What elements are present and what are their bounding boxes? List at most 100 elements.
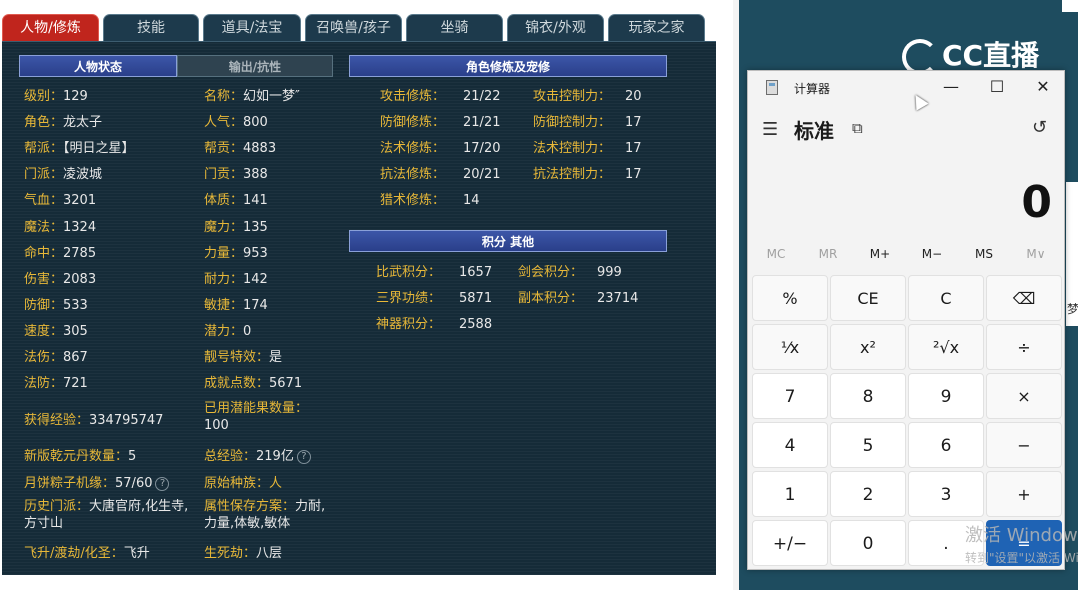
memory-list-button[interactable]: M∨ (1010, 247, 1062, 261)
stat-label: 潜力： (204, 323, 244, 339)
stat-value: 21/22 (463, 89, 501, 104)
stat-label: 攻击修炼： (380, 89, 446, 104)
square-root-button[interactable]: ²√x (908, 324, 984, 370)
stat-row: 防御：533 (24, 294, 88, 313)
stat-value: 17/20 (463, 141, 501, 156)
digit-5-button[interactable]: 5 (830, 422, 906, 468)
stat-label: 已用潜能果数量： (204, 401, 309, 416)
tab-skills[interactable]: 技能 (103, 14, 199, 42)
stat-row: 门派：凌波城 (24, 163, 102, 182)
stat-value: 17 (625, 141, 642, 156)
tab-home[interactable]: 玩家之家 (608, 14, 705, 42)
stat-label: 三界功绩： (376, 291, 442, 306)
stat-value: 953 (243, 245, 268, 261)
digit-6-button[interactable]: 6 (908, 422, 984, 468)
tab-outfit[interactable]: 锦衣/外观 (507, 14, 604, 42)
game-window: 人物/修炼 技能 道具/法宝 召唤兽/孩子 坐骑 锦衣/外观 玩家之家 人物状态… (0, 0, 733, 590)
cultivation-row: 抗法修炼： 20/21 (380, 163, 500, 182)
stat-label: 法防： (24, 376, 64, 392)
tab-character[interactable]: 人物/修炼 (2, 14, 99, 42)
control-row: 攻击控制力： 20 (533, 85, 642, 104)
stat-label: 抗法控制力： (533, 167, 612, 182)
stat-label: 法术控制力： (533, 141, 612, 156)
help-icon[interactable]: ? (155, 476, 170, 491)
stat-label: 属性保存方案： (204, 499, 296, 514)
negate-button[interactable]: +/− (752, 520, 828, 566)
divide-button[interactable]: ÷ (986, 324, 1062, 370)
subtract-button[interactable]: − (986, 422, 1062, 468)
stat-label: 新版乾元丹数量： (24, 449, 129, 464)
stat-history: 历史门派：大唐官府,化生寺,方寸山 (24, 498, 194, 532)
stat-value: 800 (243, 115, 268, 131)
title-bar[interactable]: 计算器 — ☐ ✕ (748, 71, 1066, 103)
stat-label: 总经验： (204, 449, 257, 464)
tab-pets[interactable]: 召唤兽/孩子 (305, 14, 402, 42)
activation-watermark: 激活 Windows (965, 525, 1078, 546)
memory-store-button[interactable]: MS (958, 247, 1010, 261)
window-divider (733, 0, 739, 590)
subtab-output[interactable]: 输出/抗性 (177, 55, 333, 77)
stat-mooncake: 月饼粽子机缘：57/60? (24, 472, 170, 491)
stat-row: 帮派：【明日之星】 (24, 137, 135, 156)
stat-label: 神器积分： (376, 317, 442, 332)
stat-value: 21/21 (463, 115, 501, 130)
history-icon[interactable]: ↺ (1032, 117, 1047, 138)
stat-value: 是 (269, 350, 283, 365)
activation-watermark-sub: 转到"设置"以激活 Windows。 (965, 551, 1078, 565)
points-row: 比武积分： 1657 (376, 261, 492, 280)
percent-button[interactable]: % (752, 275, 828, 321)
tab-items[interactable]: 道具/法宝 (203, 14, 301, 42)
menu-icon[interactable]: ☰ (762, 119, 778, 140)
stat-value: 龙太子 (63, 115, 103, 131)
subtab-status[interactable]: 人物状态 (19, 55, 177, 77)
memory-subtract-button[interactable]: M− (906, 247, 958, 261)
digit-1-button[interactable]: 1 (752, 471, 828, 517)
stat-label: 帮贡： (204, 141, 244, 157)
help-icon[interactable]: ? (296, 449, 311, 464)
add-button[interactable]: + (986, 471, 1062, 517)
close-button[interactable]: ✕ (1020, 75, 1066, 99)
digit-0-button[interactable]: 0 (830, 520, 906, 566)
minimize-button[interactable]: — (928, 75, 974, 99)
square-button[interactable]: x² (830, 324, 906, 370)
stat-value: 219亿 (256, 449, 294, 464)
digit-8-button[interactable]: 8 (830, 373, 906, 419)
stat-label: 耐力： (204, 271, 244, 287)
stat-label: 气血： (24, 193, 64, 209)
digit-2-button[interactable]: 2 (830, 471, 906, 517)
clear-button[interactable]: C (908, 275, 984, 321)
reciprocal-button[interactable]: ⅟x (752, 324, 828, 370)
stat-label: 敏捷： (204, 297, 244, 313)
digit-7-button[interactable]: 7 (752, 373, 828, 419)
clear-entry-button[interactable]: CE (830, 275, 906, 321)
digit-3-button[interactable]: 3 (908, 471, 984, 517)
cultivation-row: 猎术修炼： 14 (380, 189, 480, 208)
stat-value: 23714 (597, 291, 639, 306)
memory-clear-button[interactable]: MC (750, 247, 802, 261)
backspace-button[interactable]: ⌫ (986, 275, 1062, 321)
stat-value: 【明日之星】 (63, 141, 135, 157)
calculator-header: ☰ 标准 ⧉ ↺ (748, 111, 1066, 147)
memory-add-button[interactable]: M+ (854, 247, 906, 261)
stat-label: 历史门派： (24, 499, 90, 514)
control-row: 抗法控制力： 17 (533, 163, 642, 182)
maximize-button[interactable]: ☐ (974, 75, 1020, 99)
stat-new-dan: 新版乾元丹数量：5 (24, 445, 136, 464)
stat-label: 命中： (24, 245, 64, 261)
stat-value: 17 (625, 167, 642, 182)
keep-on-top-icon[interactable]: ⧉ (852, 119, 863, 137)
tab-mounts[interactable]: 坐骑 (406, 14, 503, 42)
stat-label: 剑会积分： (518, 265, 584, 280)
stat-label: 门派： (24, 167, 64, 183)
digit-4-button[interactable]: 4 (752, 422, 828, 468)
memory-recall-button[interactable]: MR (802, 247, 854, 261)
stat-value: 飞升 (123, 546, 150, 561)
window-title: 计算器 (794, 82, 831, 96)
digit-9-button[interactable]: 9 (908, 373, 984, 419)
control-row: 防御控制力： 17 (533, 111, 642, 130)
stat-value: 17 (625, 115, 642, 130)
stat-row: 体质：141 (204, 189, 268, 208)
cultivation-row: 法术修炼： 17/20 (380, 137, 500, 156)
multiply-button[interactable]: × (986, 373, 1062, 419)
stat-row: 帮贡：4883 (204, 137, 276, 156)
